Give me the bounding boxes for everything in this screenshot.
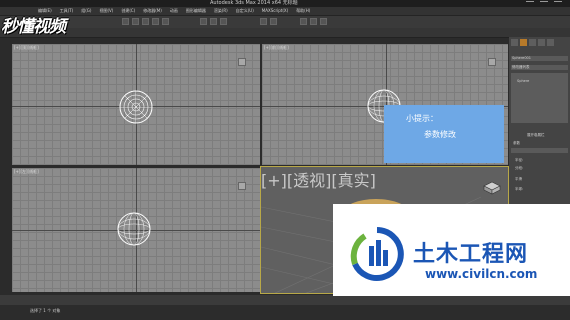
motion-tab-icon[interactable] <box>538 39 545 46</box>
viewport-left[interactable]: [+][左][线框] <box>12 168 260 292</box>
status-bar: 选择了 1 个 对象 <box>0 305 570 320</box>
scale-tool-icon[interactable] <box>162 18 169 25</box>
hierarchy-tab-icon[interactable] <box>529 39 536 46</box>
render-icon[interactable] <box>320 18 327 25</box>
modify-tab-icon[interactable] <box>520 39 527 46</box>
watermark-brand: 土木工程网 <box>413 242 529 267</box>
maximize-icon[interactable] <box>540 1 548 6</box>
hemisphere-label: 半球: <box>515 187 524 191</box>
window-title: Autodesk 3ds Max 2014 x64 无标题 <box>210 0 298 6</box>
segments-label: 分段: <box>515 166 524 170</box>
param-row[interactable] <box>511 148 568 153</box>
watermark-logo-icon <box>350 227 404 281</box>
object-name-field[interactable]: Sphere001 <box>511 56 568 61</box>
align-icon[interactable] <box>270 18 277 25</box>
rotate-tool-icon[interactable] <box>152 18 159 25</box>
display-tab-icon[interactable] <box>547 39 554 46</box>
section-title[interactable]: 展开卷展栏 <box>527 133 545 138</box>
close-icon[interactable] <box>554 1 562 6</box>
move-tool-icon[interactable] <box>142 18 149 25</box>
radius-label: 半径: <box>515 158 524 162</box>
title-bar: Autodesk 3ds Max 2014 x64 无标题 <box>0 0 570 7</box>
tip-title: 小提示： <box>406 114 438 123</box>
angle-snap-icon[interactable] <box>210 18 217 25</box>
panel-tabs <box>511 39 568 47</box>
tip-box: 小提示： 参数修改 <box>384 105 504 163</box>
modifier-list-dropdown[interactable]: 修改器列表 <box>511 65 568 70</box>
render-setup-icon[interactable] <box>310 18 317 25</box>
menu-item-maxscript[interactable]: MAXScript(X) <box>260 7 290 15</box>
viewport-label[interactable]: [+][前][线框] <box>264 45 289 51</box>
menu-item-graph-editors[interactable]: 图形编辑器 <box>184 7 208 15</box>
viewcube-icon[interactable] <box>483 181 501 195</box>
minimize-icon[interactable] <box>526 1 534 6</box>
viewport-label[interactable]: [+][左][线框] <box>14 169 39 175</box>
snap-toggle-icon[interactable] <box>200 18 207 25</box>
viewport-top[interactable]: [+][顶][线框] <box>12 44 260 165</box>
viewcube-icon[interactable] <box>238 58 246 66</box>
brand-logo: 秒懂视频 <box>1 17 66 37</box>
modifier-stack[interactable]: Sphere <box>511 73 568 123</box>
window-controls <box>526 1 566 6</box>
percent-snap-icon[interactable] <box>220 18 227 25</box>
menu-item-rendering[interactable]: 渲染(R) <box>212 7 230 15</box>
material-editor-icon[interactable] <box>300 18 307 25</box>
menu-item-help[interactable]: 帮助(H) <box>294 7 312 15</box>
stack-item[interactable]: Sphere <box>517 79 529 83</box>
watermark: 土木工程网 www.civilcn.com <box>333 204 570 296</box>
select-region-icon[interactable] <box>132 18 139 25</box>
viewcube-icon[interactable] <box>238 182 246 190</box>
status-text: 选择了 1 个 对象 <box>30 308 61 313</box>
watermark-url: www.civilcn.com <box>425 267 538 281</box>
viewport-label[interactable]: [+][顶][线框] <box>14 45 39 51</box>
sphere-wireframe[interactable] <box>116 211 152 247</box>
mirror-icon[interactable] <box>260 18 267 25</box>
menu-item-create[interactable]: 创建(C) <box>119 7 137 15</box>
select-tool-icon[interactable] <box>122 18 129 25</box>
menu-item-customize[interactable]: 自定义(U) <box>234 7 256 15</box>
time-slider[interactable] <box>0 295 570 305</box>
viewcube-icon[interactable] <box>488 58 496 66</box>
smooth-label: 平滑 <box>515 177 522 181</box>
menu-item-animation[interactable]: 动画 <box>168 7 180 15</box>
menu-item-modifiers[interactable]: 修改器(M) <box>141 7 164 15</box>
create-tab-icon[interactable] <box>511 39 518 46</box>
tip-body: 参数修改 <box>424 130 456 139</box>
param-label: 参数 <box>513 141 520 145</box>
sphere-wireframe[interactable] <box>118 89 154 125</box>
